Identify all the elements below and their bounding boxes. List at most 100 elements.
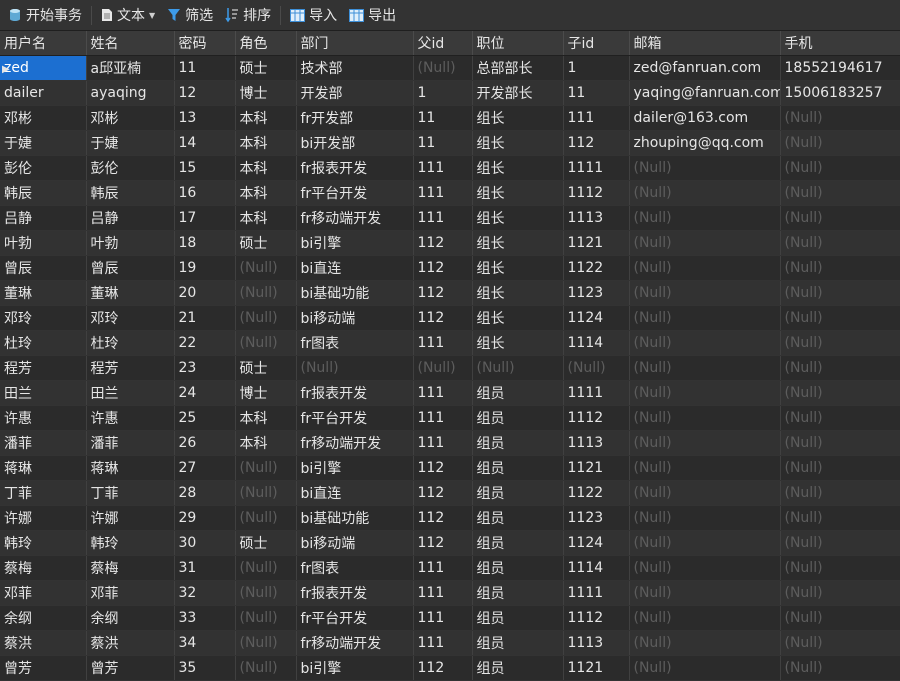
table-cell[interactable]: fr图表 xyxy=(296,555,414,581)
table-cell[interactable]: (Null) xyxy=(235,305,297,331)
column-header[interactable]: 姓名 xyxy=(86,31,175,56)
table-cell[interactable]: 组员 xyxy=(472,405,564,431)
table-cell[interactable]: 112 xyxy=(413,480,473,506)
table-cell[interactable]: 韩玲 xyxy=(0,530,87,556)
table-cell[interactable]: (Null) xyxy=(629,455,781,481)
table-row[interactable]: 吕静 吕静 17 本科 fr移动端开发 111 组长 1113 (Null) (Null) xyxy=(0,205,900,231)
table-row[interactable]: 曾辰 曾辰 19 (Null) bi直连 112 组长 1122 (Null) (Null) xyxy=(0,255,900,281)
table-cell[interactable]: bi开发部 xyxy=(296,130,414,156)
table-cell[interactable]: 余纲 xyxy=(86,605,175,631)
table-row[interactable]: dailer ayaqing 12 博士 开发部 1 开发部长 11 yaqing@fanrua… xyxy=(0,80,900,106)
table-cell[interactable]: 本科 xyxy=(235,180,297,206)
table-cell[interactable]: 1124 xyxy=(563,305,630,331)
table-cell[interactable]: 1123 xyxy=(563,505,630,531)
table-cell[interactable]: ayaqing xyxy=(86,80,175,106)
table-cell[interactable]: 11 xyxy=(563,80,630,106)
table-cell[interactable]: 组员 xyxy=(472,455,564,481)
table-cell[interactable]: bi引擎 xyxy=(296,455,414,481)
table-cell[interactable]: 15 xyxy=(174,155,236,181)
table-cell[interactable]: 组员 xyxy=(472,380,564,406)
column-header[interactable]: 手机 xyxy=(780,31,900,56)
table-row[interactable]: 于婕 于婕 14 本科 bi开发部 11 组长 112 zhouping@qq.com (Null… xyxy=(0,130,900,156)
table-cell[interactable]: 组长 xyxy=(472,105,564,131)
column-header[interactable]: 部门 xyxy=(296,31,414,56)
table-cell[interactable]: 组长 xyxy=(472,230,564,256)
table-cell[interactable]: (Null) xyxy=(780,455,900,481)
table-cell[interactable]: 33 xyxy=(174,605,236,631)
table-cell[interactable]: 于婕 xyxy=(86,130,175,156)
table-cell[interactable]: (Null) xyxy=(629,155,781,181)
column-header[interactable]: 用户名 xyxy=(0,31,87,56)
table-cell[interactable]: 组长 xyxy=(472,305,564,331)
table-cell[interactable]: 组员 xyxy=(472,555,564,581)
table-cell[interactable]: (Null) xyxy=(629,180,781,206)
table-cell[interactable]: 111 xyxy=(413,180,473,206)
table-cell[interactable]: fr移动端开发 xyxy=(296,430,414,456)
table-cell[interactable]: 23 xyxy=(174,355,236,381)
table-cell[interactable]: 16 xyxy=(174,180,236,206)
table-cell[interactable]: 彭伦 xyxy=(0,155,87,181)
table-cell[interactable]: 29 xyxy=(174,505,236,531)
table-cell[interactable]: 蒋琳 xyxy=(0,455,87,481)
table-cell[interactable]: (Null) xyxy=(629,480,781,506)
table-cell[interactable]: fr平台开发 xyxy=(296,180,414,206)
table-cell[interactable]: 111 xyxy=(413,380,473,406)
table-row[interactable]: 许娜 许娜 29 (Null) bi基础功能 112 组员 1123 (Null) (Null) xyxy=(0,505,900,531)
table-cell[interactable]: (Null) xyxy=(780,530,900,556)
table-cell[interactable]: 112 xyxy=(413,280,473,306)
table-cell[interactable]: 蔡洪 xyxy=(0,630,87,656)
table-cell[interactable]: 丁菲 xyxy=(0,480,87,506)
table-cell[interactable]: 技术部 xyxy=(296,55,414,81)
table-cell[interactable]: 18552194617 xyxy=(780,55,900,81)
table-cell[interactable]: 组长 xyxy=(472,130,564,156)
table-cell[interactable]: 1121 xyxy=(563,455,630,481)
table-cell[interactable]: (Null) xyxy=(780,430,900,456)
table-cell[interactable]: 1124 xyxy=(563,530,630,556)
data-grid[interactable]: ▶ 用户名 姓名 密码 角色 部门 父id 职位 子id 邮箱 手机 zed a邱亚楠 11 硕士 技术部… xyxy=(0,31,900,681)
table-cell[interactable]: (Null) xyxy=(780,230,900,256)
table-cell[interactable]: 1121 xyxy=(563,230,630,256)
table-row[interactable]: 余纲 余纲 33 (Null) fr平台开发 111 组员 1112 (Null) (Null) xyxy=(0,605,900,631)
table-cell[interactable]: 组员 xyxy=(472,505,564,531)
table-cell[interactable]: fr平台开发 xyxy=(296,405,414,431)
table-cell[interactable]: 组员 xyxy=(472,580,564,606)
table-cell[interactable]: 总部部长 xyxy=(472,55,564,81)
table-cell[interactable]: fr平台开发 xyxy=(296,605,414,631)
table-cell[interactable]: (Null) xyxy=(629,630,781,656)
table-cell[interactable]: (Null) xyxy=(780,180,900,206)
table-cell[interactable]: 邓彬 xyxy=(86,105,175,131)
table-row[interactable]: 田兰 田兰 24 博士 fr报表开发 111 组员 1111 (Null) (Null) xyxy=(0,380,900,406)
table-cell[interactable]: 博士 xyxy=(235,80,297,106)
table-cell[interactable]: zed@fanruan.com xyxy=(629,55,781,81)
table-cell[interactable]: 开发部长 xyxy=(472,80,564,106)
table-cell[interactable]: 27 xyxy=(174,455,236,481)
table-row[interactable]: 邓菲 邓菲 32 (Null) fr报表开发 111 组员 1111 (Null) (Null) xyxy=(0,580,900,606)
table-cell[interactable]: (Null) xyxy=(629,555,781,581)
table-cell[interactable]: 韩辰 xyxy=(0,180,87,206)
table-cell[interactable]: 蒋琳 xyxy=(86,455,175,481)
column-header[interactable]: 子id xyxy=(563,31,630,56)
table-cell[interactable]: yaqing@fanruan.com xyxy=(629,80,781,106)
table-cell[interactable]: 开发部 xyxy=(296,80,414,106)
table-cell[interactable]: bi直连 xyxy=(296,480,414,506)
begin-transaction-button[interactable]: 开始事务 xyxy=(2,0,88,30)
table-cell[interactable]: (Null) xyxy=(235,505,297,531)
table-cell[interactable]: 31 xyxy=(174,555,236,581)
table-cell[interactable]: 许娜 xyxy=(86,505,175,531)
table-cell[interactable]: (Null) xyxy=(235,455,297,481)
table-cell[interactable]: (Null) xyxy=(235,480,297,506)
table-cell[interactable]: 15006183257 xyxy=(780,80,900,106)
table-cell[interactable]: fr报表开发 xyxy=(296,155,414,181)
table-cell[interactable]: 1111 xyxy=(563,580,630,606)
table-row[interactable]: 许惠 许惠 25 本科 fr平台开发 111 组员 1112 (Null) (Null) xyxy=(0,405,900,431)
table-cell[interactable]: 28 xyxy=(174,480,236,506)
table-cell[interactable]: (Null) xyxy=(780,480,900,506)
table-cell[interactable]: 112 xyxy=(413,530,473,556)
table-row[interactable]: 蔡梅 蔡梅 31 (Null) fr图表 111 组员 1114 (Null) (Null) xyxy=(0,555,900,581)
table-row[interactable]: 程芳 程芳 23 硕士 (Null) (Null) (Null) (Null) (Null) (N… xyxy=(0,355,900,381)
column-header[interactable]: 角色 xyxy=(235,31,297,56)
table-cell[interactable]: 26 xyxy=(174,430,236,456)
table-row[interactable]: 叶勃 叶勃 18 硕士 bi引擎 112 组长 1121 (Null) (Null) xyxy=(0,230,900,256)
table-cell[interactable]: 32 xyxy=(174,580,236,606)
table-cell[interactable]: 韩辰 xyxy=(86,180,175,206)
